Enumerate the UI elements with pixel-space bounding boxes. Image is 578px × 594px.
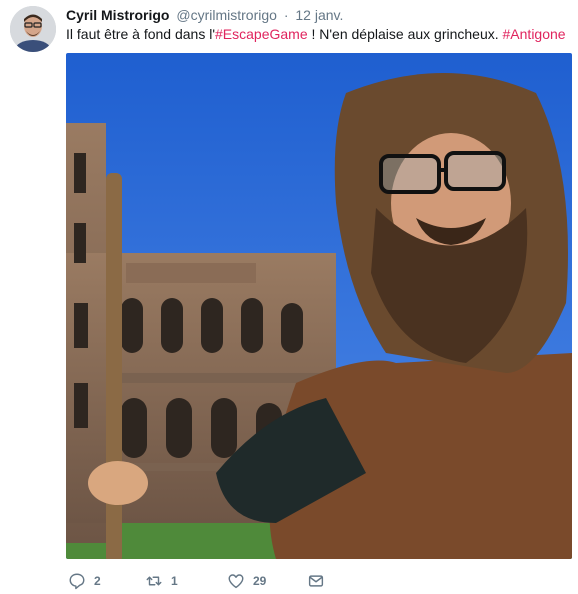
- tweet-photo[interactable]: [66, 53, 572, 559]
- retweet-button[interactable]: 1: [145, 568, 178, 594]
- direct-message-button[interactable]: [307, 568, 325, 594]
- tweet-text-part2: ! N'en déplaise aux grincheux.: [307, 26, 503, 42]
- tweet-text-part1: Il faut être à fond dans l': [66, 26, 215, 42]
- tweet-text: Il faut être à fond dans l'#EscapeGame !…: [66, 25, 571, 43]
- retweet-count: 1: [171, 574, 178, 588]
- tweet-header: Cyril Mistrorigo @cyrilmistrorigo · 12 j…: [66, 6, 343, 24]
- like-count: 29: [253, 574, 267, 588]
- mail-icon: [308, 575, 324, 587]
- retweet-icon: [146, 576, 162, 586]
- author-handle[interactable]: @cyrilmistrorigo: [176, 7, 277, 23]
- reply-count: 2: [94, 574, 101, 588]
- tweet-actions: 2 1 29: [66, 568, 571, 594]
- reply-button[interactable]: 2: [68, 568, 101, 594]
- separator: ·: [283, 7, 289, 23]
- author-name[interactable]: Cyril Mistrorigo: [66, 7, 169, 23]
- avatar[interactable]: [10, 6, 56, 52]
- hashtag-escapegame[interactable]: #EscapeGame: [215, 26, 308, 42]
- like-button[interactable]: 29: [227, 568, 266, 594]
- tweet[interactable]: Cyril Mistrorigo @cyrilmistrorigo · 12 j…: [0, 0, 578, 594]
- reply-icon: [69, 573, 85, 590]
- heart-icon: [228, 574, 244, 589]
- hashtag-antigone[interactable]: #Antigone: [503, 26, 566, 42]
- tweet-date[interactable]: 12 janv.: [295, 7, 343, 23]
